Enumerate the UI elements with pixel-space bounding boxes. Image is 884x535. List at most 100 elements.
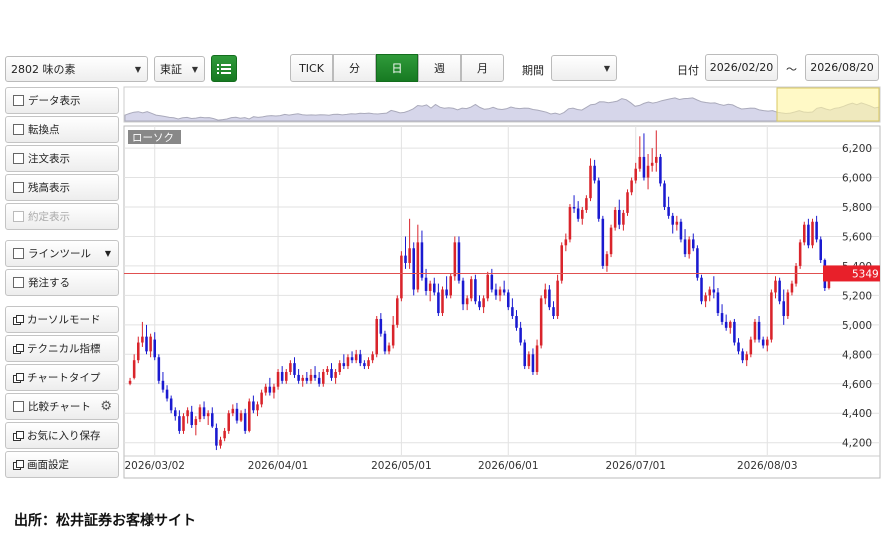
sidebar-item-3[interactable]: 残高表示: [5, 174, 119, 201]
sidebar-item-10[interactable]: 比較チャート ⚙: [5, 393, 119, 420]
candle-body: [350, 357, 354, 361]
candle-body: [486, 274, 489, 299]
candle-body: [544, 289, 547, 299]
candle-body: [803, 224, 806, 243]
candle-body: [663, 183, 666, 208]
sidebar-item-0[interactable]: データ表示: [5, 87, 119, 114]
candle-body: [675, 221, 679, 225]
tab-minute-label: 分: [349, 62, 360, 75]
date-label: 日付: [677, 64, 699, 77]
candle-body: [428, 283, 432, 291]
candle-body: [165, 389, 169, 399]
candle-body: [354, 354, 358, 361]
candle-body: [305, 377, 309, 381]
candle-body: [692, 239, 695, 249]
sidebar-item-2[interactable]: 注文表示: [5, 145, 119, 172]
candle-body: [519, 327, 522, 343]
navigator-window: [776, 87, 880, 122]
candle-body: [646, 165, 650, 178]
candle-body: [572, 207, 576, 209]
candle-body: [745, 354, 748, 361]
date-to-input[interactable]: 2026/08/20: [805, 54, 879, 81]
y-tick-label: 4,400: [842, 408, 872, 420]
sidebar-item-5[interactable]: ラインツール ▼: [5, 240, 119, 267]
y-tick-label: 6,200: [842, 143, 872, 155]
candle-body: [400, 255, 403, 299]
candle-body: [753, 321, 757, 340]
tab-monthly[interactable]: 月: [461, 54, 504, 82]
list-view-button[interactable]: [211, 55, 237, 82]
plot-area: [123, 125, 881, 479]
candle-body: [482, 298, 485, 308]
checkbox-icon: [13, 211, 24, 222]
sidebar-item-11[interactable]: お気に入り保存: [5, 422, 119, 449]
candle-body: [379, 318, 383, 334]
x-tick-label: 2026/03/02: [124, 460, 185, 472]
candle-body: [317, 377, 321, 384]
candle-body: [280, 371, 284, 381]
candle-body: [700, 277, 703, 302]
candle-body: [424, 277, 428, 291]
tab-tick-label: TICK: [299, 61, 324, 75]
range-label: 期間: [522, 64, 544, 77]
candle-body: [404, 255, 407, 263]
candle-body: [650, 162, 654, 166]
checkbox-icon: [13, 95, 24, 106]
y-tick-label: 4,600: [842, 379, 872, 391]
candle-body: [252, 401, 255, 411]
candle-body: [823, 260, 827, 289]
candle-body: [441, 289, 444, 314]
tab-minute[interactable]: 分: [333, 54, 376, 82]
candle-body: [535, 345, 539, 372]
candle-body: [153, 339, 156, 358]
candle-body: [367, 360, 370, 367]
candle-body: [720, 313, 724, 322]
sidebar-item-label: データ表示: [28, 95, 81, 107]
candle-body: [169, 398, 173, 411]
date-from-input[interactable]: 2026/02/20: [705, 54, 778, 81]
window-icon: [13, 373, 24, 383]
range-select[interactable]: ▼: [551, 55, 617, 81]
sidebar-item-7[interactable]: カーソルモード: [5, 306, 119, 333]
source-caption: 出所：松井証券お客様サイト: [14, 513, 196, 529]
sidebar-item-1[interactable]: 転換点: [5, 116, 119, 143]
window-icon: [13, 344, 24, 354]
candle-body: [420, 242, 424, 278]
tab-monthly-label: 月: [477, 62, 488, 75]
sidebar-item-label: 転換点: [28, 124, 60, 136]
candle-body: [511, 307, 514, 317]
y-tick-label: 5,600: [842, 231, 872, 243]
sidebar-item-12[interactable]: 画面設定: [5, 451, 119, 478]
tab-tick[interactable]: TICK: [290, 54, 333, 82]
candle-body: [194, 419, 198, 426]
sidebar-item-6[interactable]: 発注する: [5, 269, 119, 296]
candle-body: [638, 156, 642, 169]
candle-body: [235, 408, 239, 421]
candle-body: [622, 212, 625, 225]
candle-body: [453, 242, 457, 277]
candle-body: [141, 336, 144, 343]
candle-body: [326, 369, 329, 372]
candle-body: [322, 371, 325, 384]
checkbox-icon: [13, 248, 24, 259]
chevron-down-icon[interactable]: ▼: [105, 249, 111, 258]
stock-select[interactable]: 2802 味の素 ▼: [5, 56, 148, 82]
candle-body: [552, 307, 555, 317]
candle-body: [712, 289, 716, 293]
candle-body: [708, 289, 711, 296]
sidebar-item-9[interactable]: チャートタイプ: [5, 364, 119, 391]
x-tick-label: 2026/05/01: [371, 460, 432, 472]
y-tick-label: 5,000: [842, 320, 872, 332]
sidebar-item-8[interactable]: テクニカル指標: [5, 335, 119, 362]
candle-body: [276, 371, 280, 387]
candle-body: [396, 298, 399, 325]
tab-weekly[interactable]: 週: [418, 54, 461, 82]
candle-body: [239, 413, 243, 421]
candle-body: [301, 377, 304, 381]
candle-body: [757, 321, 761, 340]
tab-daily[interactable]: 日: [376, 54, 418, 82]
gear-icon[interactable]: ⚙: [100, 399, 112, 414]
candle-body: [346, 357, 350, 367]
candle-body: [770, 292, 773, 340]
market-select[interactable]: 東証 ▼: [154, 56, 205, 82]
